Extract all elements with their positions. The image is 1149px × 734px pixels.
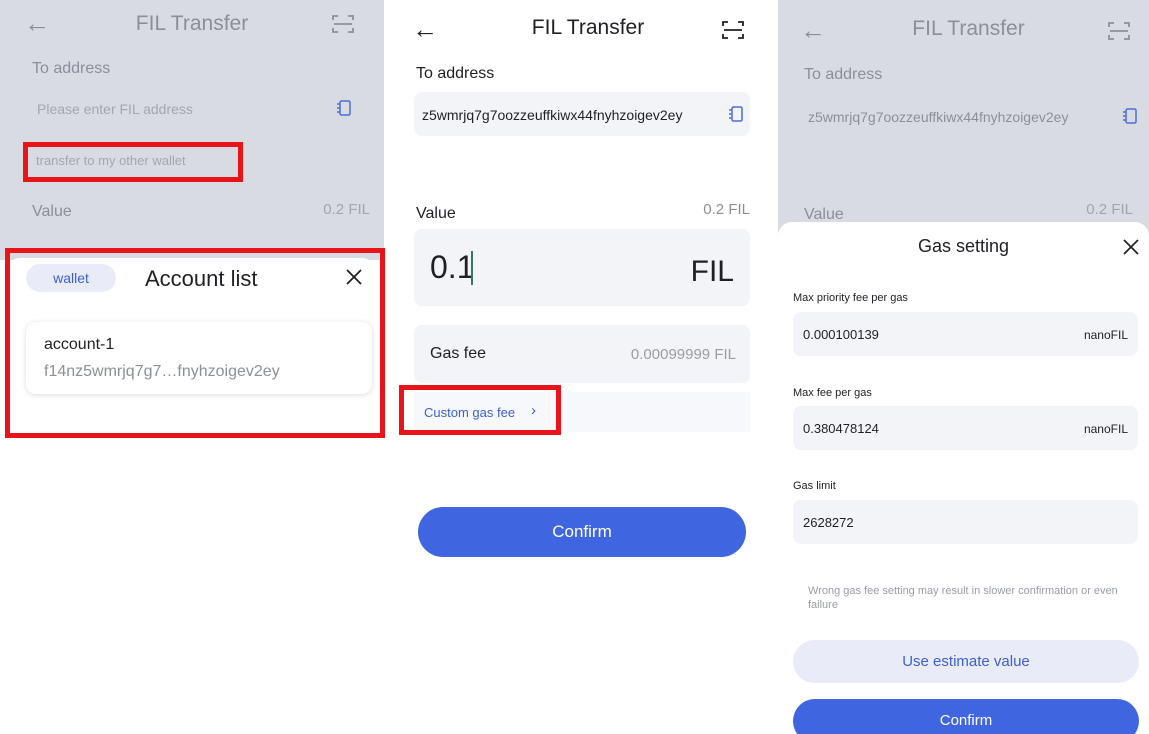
gas-fee-label: Gas fee	[430, 345, 487, 362]
balance-text: 0.2 FIL	[323, 201, 370, 218]
priority-fee-label: Max priority fee per gas	[793, 292, 908, 304]
value-label: Value	[416, 205, 456, 222]
address-value: z5wmrjq7g7oozzeuffkiwx44fnyhzoigev2ey	[422, 107, 683, 123]
to-address-label: To address	[804, 66, 883, 83]
max-fee-unit: nanoFIL	[1083, 422, 1128, 436]
amount-input[interactable]: 0.1 FIL	[414, 229, 750, 306]
page-title: FIL Transfer	[912, 17, 1025, 40]
address-book-icon[interactable]	[336, 100, 352, 121]
gas-setting-sheet: Gas setting Max priority fee per gas 0.0…	[778, 222, 1149, 734]
confirm-button[interactable]: Confirm	[418, 507, 746, 557]
text-cursor	[471, 251, 473, 285]
address-input[interactable]: z5wmrjq7g7oozzeuffkiwx44fnyhzoigev2ey	[802, 94, 1138, 138]
highlight-account-list	[5, 248, 385, 438]
address-book-icon[interactable]	[728, 106, 744, 127]
address-placeholder: Please enter FIL address	[37, 101, 193, 117]
highlight-custom-gas	[399, 385, 561, 435]
max-fee-label: Max fee per gas	[793, 387, 872, 399]
address-book-icon[interactable]	[1122, 108, 1138, 129]
scan-icon[interactable]	[1108, 21, 1130, 46]
header: ← FIL Transfer	[778, 9, 1149, 49]
max-fee-value: 0.380478124	[803, 421, 879, 436]
address-input[interactable]: Please enter FIL address	[30, 90, 370, 128]
address-value: z5wmrjq7g7oozzeuffkiwx44fnyhzoigev2ey	[808, 109, 1069, 125]
scan-icon[interactable]	[332, 14, 354, 39]
value-label: Value	[32, 203, 72, 220]
confirm-button[interactable]: Confirm	[793, 699, 1139, 734]
priority-fee-unit: nanoFIL	[1083, 328, 1128, 342]
unit-label: FIL	[690, 255, 734, 288]
address-input[interactable]: z5wmrjq7g7oozzeuffkiwx44fnyhzoigev2ey	[414, 92, 750, 136]
warning-text: Wrong gas fee setting may result in slow…	[808, 585, 1118, 611]
page-title: FIL Transfer	[531, 16, 645, 39]
highlight-memo	[23, 142, 243, 182]
priority-fee-value: 0.000100139	[803, 327, 879, 342]
gas-limit-input[interactable]: 2628272	[793, 500, 1138, 544]
gas-fee-value: 0.00099999 FIL	[630, 346, 736, 363]
dimmed-background: ← FIL Transfer To address z5wmrjq7g7oozz…	[778, 0, 1149, 240]
gas-setting-screen: ← FIL Transfer To address z5wmrjq7g7oozz…	[778, 0, 1149, 734]
use-estimate-button[interactable]: Use estimate value	[793, 640, 1139, 683]
max-fee-input[interactable]: 0.380478124 nanoFIL	[793, 406, 1138, 450]
dimmed-background: ← FIL Transfer To address Please enter F…	[0, 0, 384, 260]
to-address-label: To address	[32, 60, 111, 77]
close-icon[interactable]	[1123, 239, 1139, 260]
balance-text: 0.2 FIL	[703, 201, 750, 218]
to-address-label: To address	[416, 65, 495, 82]
amount-value: 0.1	[430, 249, 475, 285]
gas-limit-label: Gas limit	[793, 480, 836, 492]
gas-fee-row: Gas fee 0.00099999 FIL	[414, 325, 750, 383]
transfer-screen: ← FIL Transfer To address z5wmrjq7g7oozz…	[402, 0, 764, 734]
page-title: FIL Transfer	[135, 12, 249, 35]
sheet-title: Gas setting	[917, 236, 1010, 256]
priority-fee-input[interactable]: 0.000100139 nanoFIL	[793, 312, 1138, 356]
header: ← FIL Transfer	[402, 8, 764, 48]
balance-text: 0.2 FIL	[1086, 201, 1133, 218]
header: ← FIL Transfer	[0, 4, 384, 44]
gas-limit-value: 2628272	[803, 515, 854, 530]
scan-icon[interactable]	[722, 20, 744, 45]
